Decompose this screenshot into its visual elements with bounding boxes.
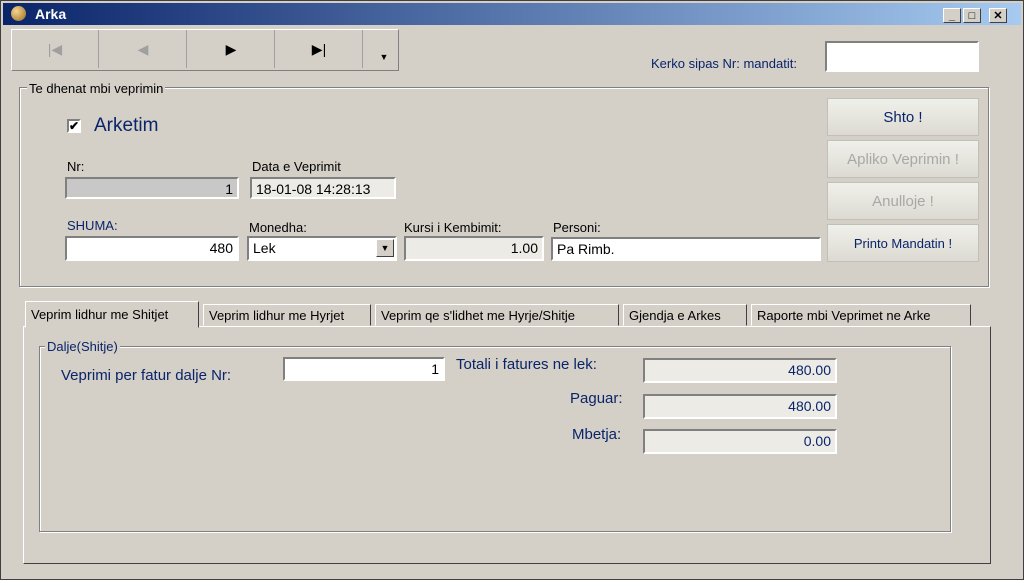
title-bar[interactable]: Arka _ □ ✕ [3, 3, 1021, 25]
app-globe-icon [11, 6, 26, 21]
paguar-label: Paguar: [570, 390, 623, 407]
details-group-title: Te dhenat mbi veprimin [27, 81, 166, 96]
shuma-input[interactable]: 480 [65, 236, 239, 261]
mbetja-field: 0.00 [643, 429, 837, 454]
first-record-button[interactable]: |◀ [12, 30, 99, 68]
shuma-label: SHUMA: [67, 218, 118, 233]
nr-field: 1 [65, 177, 239, 199]
personi-label: Personi: [553, 220, 601, 235]
minimize-button[interactable]: _ [943, 8, 961, 23]
chevron-down-icon[interactable]: ▼ [376, 239, 394, 257]
anulloje-button[interactable]: Anulloje ! [827, 182, 979, 220]
tab-gjendja[interactable]: Gjendja e Arkes [623, 304, 747, 326]
fatura-label: Veprimi per fatur dalje Nr: [61, 367, 232, 384]
dalje-group-title: Dalje(Shitje) [45, 339, 120, 354]
printo-button[interactable]: Printo Mandatin ! [827, 224, 979, 262]
app-window: Arka _ □ ✕ |◀ ◀ ▶ ▶| ▼ Kerko sipas Nr: m… [0, 0, 1024, 580]
maximize-button[interactable]: □ [963, 8, 981, 23]
monedha-label: Monedha: [249, 220, 307, 235]
kursi-field: 1.00 [404, 236, 544, 261]
kursi-label: Kursi i Kembimit: [404, 220, 502, 235]
previous-record-button[interactable]: ◀ [100, 30, 187, 68]
apliko-button[interactable]: Apliko Veprimin ! [827, 140, 979, 178]
date-label: Data e Veprimit [252, 159, 341, 174]
tab-jo-hyrje-shitje[interactable]: Veprim qe s'lidhet me Hyrje/Shitje [375, 304, 619, 326]
tab-hyrjet[interactable]: Veprim lidhur me Hyrjet [203, 304, 371, 326]
navigation-toolbar: |◀ ◀ ▶ ▶| ▼ [11, 29, 399, 71]
shto-button[interactable]: Shto ! [827, 98, 979, 136]
toolbar-overflow-icon[interactable]: ▼ [372, 30, 396, 68]
arketim-label: Arketim [94, 115, 159, 136]
personi-input[interactable]: Pa Rimb. [551, 237, 821, 261]
totali-field: 480.00 [643, 358, 837, 383]
next-record-button[interactable]: ▶ [188, 30, 275, 68]
monedha-select[interactable]: Lek ▼ [247, 236, 397, 261]
monedha-selected-value: Lek [253, 240, 276, 256]
search-label: Kerko sipas Nr: mandatit: [651, 56, 797, 71]
mbetja-label: Mbetja: [572, 426, 622, 443]
tab-raporte[interactable]: Raporte mbi Veprimet ne Arke [751, 304, 971, 326]
nr-label: Nr: [67, 159, 85, 174]
search-input[interactable] [825, 41, 979, 72]
date-field: 18-01-08 14:28:13 [250, 177, 396, 199]
window-title: Arka [35, 6, 67, 22]
paguar-field: 480.00 [643, 394, 837, 419]
fatura-input[interactable]: 1 [283, 357, 445, 381]
arketim-checkbox[interactable]: ✔ [67, 119, 81, 133]
totali-label: Totali i fatures ne lek: [456, 356, 597, 373]
last-record-button[interactable]: ▶| [276, 30, 363, 68]
close-button[interactable]: ✕ [989, 8, 1007, 23]
tab-shitjet[interactable]: Veprim lidhur me Shitjet [25, 301, 199, 328]
